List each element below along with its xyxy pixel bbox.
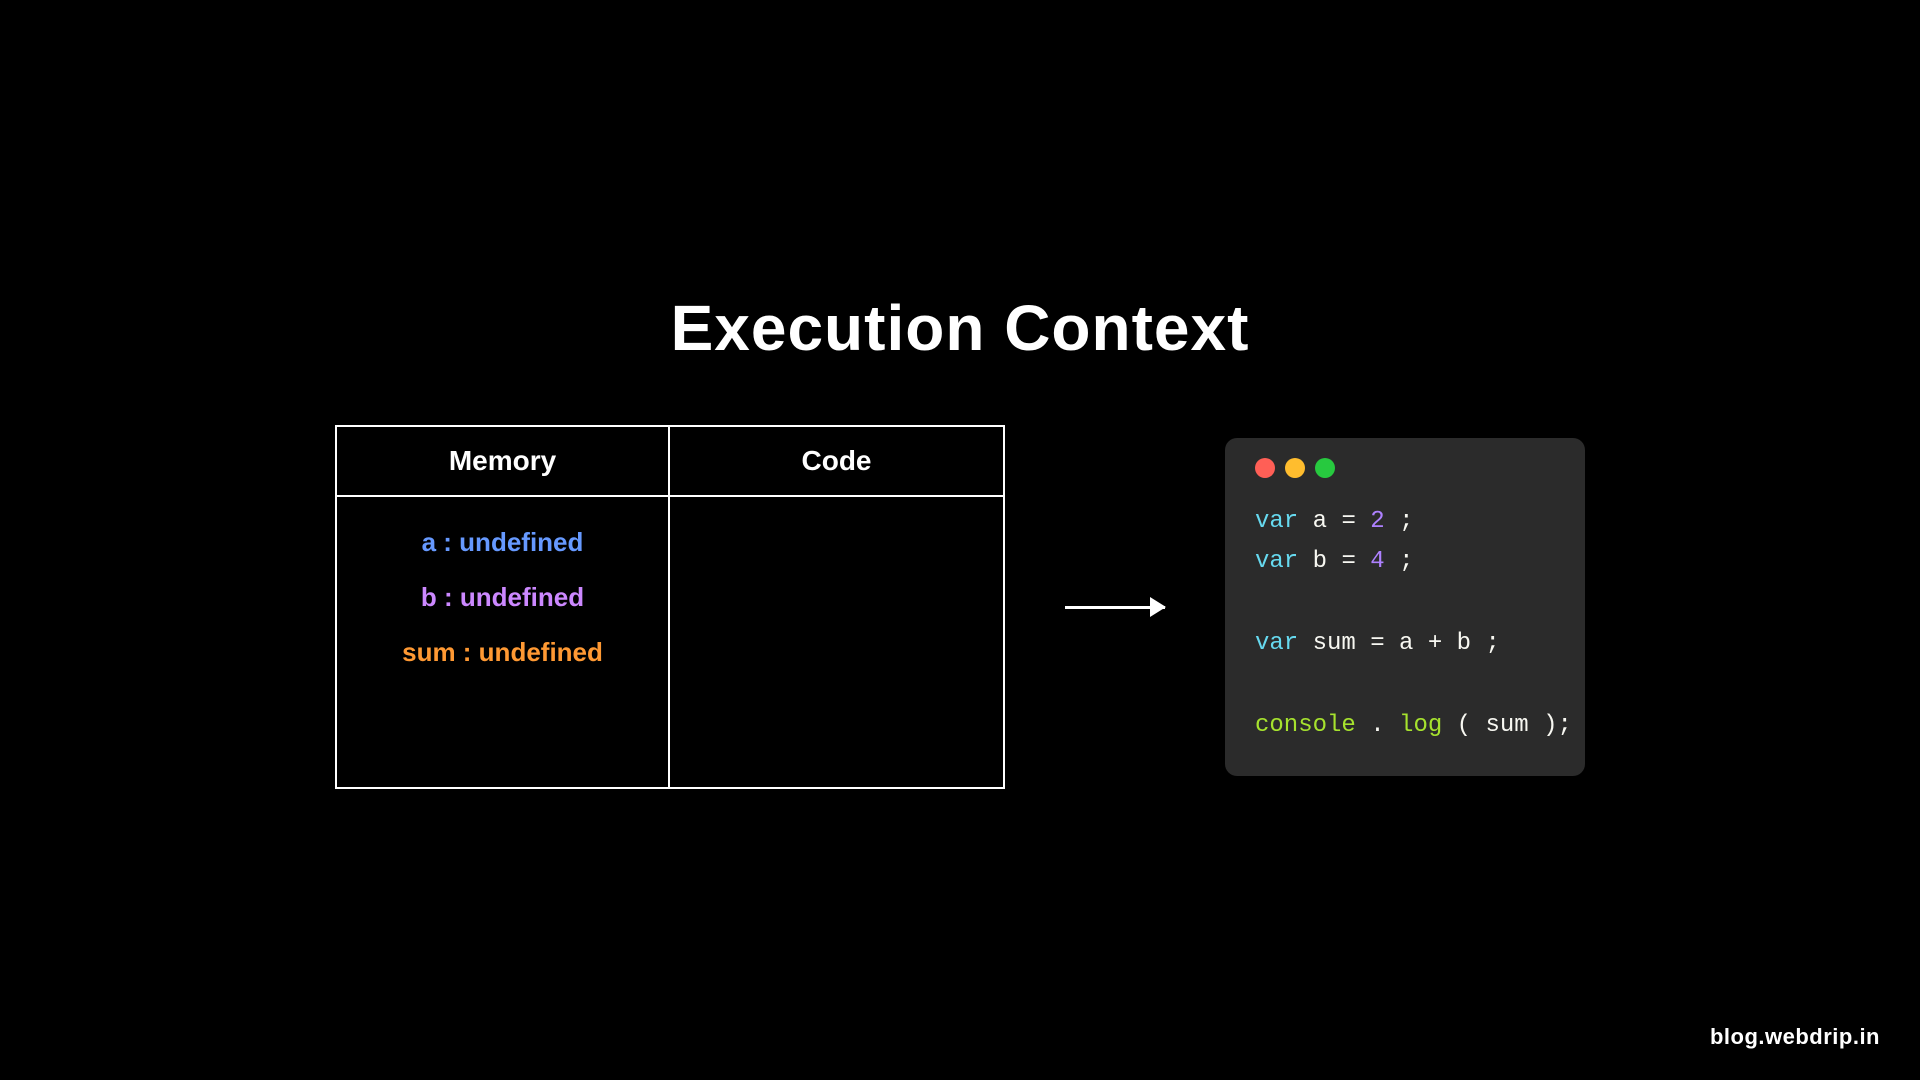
code-line-empty-2	[1255, 665, 1555, 706]
code-block: var a = 2 ; var b = 4 ; var sum = a +	[1255, 502, 1555, 747]
editor-dots	[1255, 458, 1555, 478]
memory-item-a: a : undefined	[422, 527, 584, 558]
code-line-4: console . log ( sum );	[1255, 706, 1555, 747]
table-header: Memory Code	[337, 427, 1003, 497]
memory-header: Memory	[337, 427, 670, 497]
memory-item-b: b : undefined	[421, 582, 584, 613]
table-body: a : undefined b : undefined sum : undefi…	[337, 497, 1003, 787]
memory-item-sum: sum : undefined	[402, 637, 603, 668]
kw-var-3: var	[1255, 630, 1298, 657]
dot-yellow	[1285, 458, 1305, 478]
arrow-line	[1065, 606, 1165, 609]
dot-green	[1315, 458, 1335, 478]
log-fn: log	[1399, 712, 1442, 739]
console-fn: console	[1255, 712, 1356, 739]
code-editor: var a = 2 ; var b = 4 ; var sum = a +	[1225, 438, 1585, 777]
main-content: Memory Code a : undefined b : undefined …	[335, 425, 1585, 789]
watermark: blog.webdrip.in	[1710, 1024, 1880, 1050]
dot-red	[1255, 458, 1275, 478]
code-line-3: var sum = a + b ;	[1255, 624, 1555, 665]
right-arrow	[1065, 606, 1165, 609]
kw-var-2: var	[1255, 548, 1298, 575]
memory-column: a : undefined b : undefined sum : undefi…	[337, 497, 670, 787]
code-header: Code	[670, 427, 1003, 497]
kw-var-1: var	[1255, 508, 1298, 535]
code-line-1: var a = 2 ;	[1255, 502, 1555, 543]
arrow-container	[1065, 606, 1165, 609]
page-title: Execution Context	[671, 291, 1250, 365]
execution-context-table: Memory Code a : undefined b : undefined …	[335, 425, 1005, 789]
code-column	[670, 497, 1003, 787]
code-line-2: var b = 4 ;	[1255, 542, 1555, 583]
code-line-empty	[1255, 583, 1555, 624]
